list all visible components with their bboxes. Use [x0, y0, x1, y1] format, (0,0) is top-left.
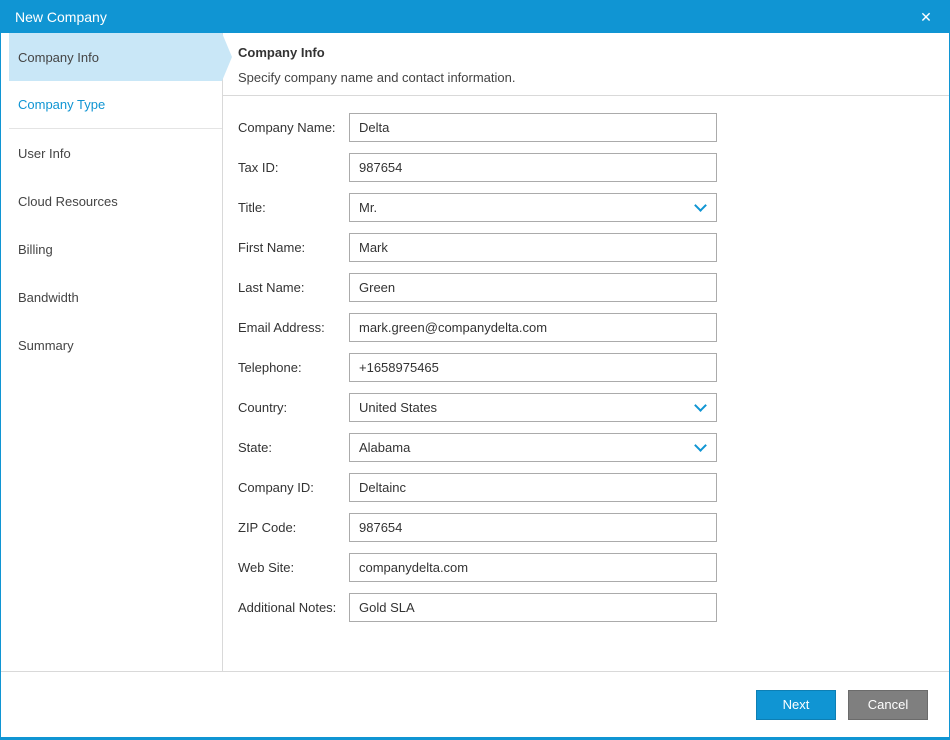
title-select[interactable]: Mr. [349, 193, 717, 222]
first-name-input[interactable] [349, 233, 717, 262]
company-name-label: Company Name: [238, 120, 349, 135]
form-row: Tax ID: [238, 153, 949, 182]
sidebar-item-label: Summary [18, 338, 74, 353]
email-address-label: Email Address: [238, 320, 349, 335]
tax-id-label: Tax ID: [238, 160, 349, 175]
sidebar-item-label: Cloud Resources [18, 194, 118, 209]
last-name-input[interactable] [349, 273, 717, 302]
content-area: Company Info Specify company name and co… [223, 33, 949, 671]
country-select-value: United States [359, 400, 437, 415]
main-area: Company Info Company Type User Info Clou… [1, 33, 949, 671]
company-id-label: Company ID: [238, 480, 349, 495]
form-row: Country: United States [238, 393, 949, 422]
country-select[interactable]: United States [349, 393, 717, 422]
company-id-input[interactable] [349, 473, 717, 502]
first-name-label: First Name: [238, 240, 349, 255]
state-select-value: Alabama [359, 440, 410, 455]
step-title: Company Info [238, 45, 934, 60]
telephone-label: Telephone: [238, 360, 349, 375]
title-label: Title: [238, 200, 349, 215]
sidebar-item-bandwidth[interactable]: Bandwidth [9, 273, 222, 321]
wizard-steps-sidebar: Company Info Company Type User Info Clou… [1, 33, 223, 671]
company-name-input[interactable] [349, 113, 717, 142]
form-row: ZIP Code: [238, 513, 949, 542]
sidebar-item-company-info[interactable]: Company Info [9, 33, 222, 81]
sidebar-item-label: User Info [18, 146, 71, 161]
new-company-dialog: New Company ✕ Company Info Company Type … [0, 0, 950, 740]
form-row: Title: Mr. [238, 193, 949, 222]
title-bar: New Company ✕ [1, 0, 949, 33]
next-button[interactable]: Next [756, 690, 836, 720]
form-row: Web Site: [238, 553, 949, 582]
form-row: Company Name: [238, 113, 949, 142]
title-select-value: Mr. [359, 200, 377, 215]
form-row: Additional Notes: [238, 593, 949, 622]
country-label: Country: [238, 400, 349, 415]
chevron-down-icon [694, 439, 707, 452]
additional-notes-label: Additional Notes: [238, 600, 349, 615]
form-row: First Name: [238, 233, 949, 262]
zip-code-label: ZIP Code: [238, 520, 349, 535]
form-row: Company ID: [238, 473, 949, 502]
additional-notes-input[interactable] [349, 593, 717, 622]
sidebar-item-label: Bandwidth [18, 290, 79, 305]
tax-id-input[interactable] [349, 153, 717, 182]
close-icon[interactable]: ✕ [917, 10, 935, 24]
step-header: Company Info Specify company name and co… [223, 33, 949, 96]
window-title: New Company [15, 9, 107, 25]
telephone-input[interactable] [349, 353, 717, 382]
sidebar-item-label: Company Type [18, 97, 105, 112]
web-site-label: Web Site: [238, 560, 349, 575]
cancel-button[interactable]: Cancel [848, 690, 928, 720]
zip-code-input[interactable] [349, 513, 717, 542]
form-row: Email Address: [238, 313, 949, 342]
form-row: Last Name: [238, 273, 949, 302]
form-row: Telephone: [238, 353, 949, 382]
sidebar-item-label: Company Info [18, 50, 99, 65]
chevron-down-icon [694, 399, 707, 412]
sidebar-item-label: Billing [18, 242, 53, 257]
chevron-down-icon [694, 199, 707, 212]
web-site-input[interactable] [349, 553, 717, 582]
sidebar-item-billing[interactable]: Billing [9, 225, 222, 273]
form-row: State: Alabama [238, 433, 949, 462]
sidebar-item-summary[interactable]: Summary [9, 321, 222, 369]
sidebar-item-user-info[interactable]: User Info [9, 129, 222, 177]
state-select[interactable]: Alabama [349, 433, 717, 462]
step-subtitle: Specify company name and contact informa… [238, 70, 934, 85]
company-info-form: Company Name: Tax ID: Title: Mr. First N… [223, 96, 949, 633]
dialog-footer: Next Cancel [1, 671, 949, 737]
sidebar-item-company-type[interactable]: Company Type [9, 81, 222, 129]
email-address-input[interactable] [349, 313, 717, 342]
sidebar-item-cloud-resources[interactable]: Cloud Resources [9, 177, 222, 225]
last-name-label: Last Name: [238, 280, 349, 295]
state-label: State: [238, 440, 349, 455]
